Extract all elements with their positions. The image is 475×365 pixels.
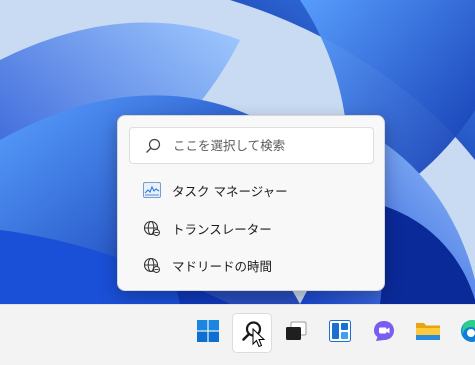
mouse-cursor-icon xyxy=(252,327,266,352)
edge-button[interactable] xyxy=(452,313,475,353)
start-button[interactable] xyxy=(188,313,228,353)
globe-icon xyxy=(143,219,161,237)
windows-logo-icon xyxy=(197,320,219,346)
task-view-icon xyxy=(284,320,308,346)
widgets-icon xyxy=(329,320,351,346)
file-explorer-button[interactable] xyxy=(408,313,448,353)
globe-icon xyxy=(143,256,161,274)
search-input[interactable] xyxy=(173,138,363,153)
menu-item-madrid-time[interactable]: マドリードの時間 xyxy=(129,249,374,281)
menu-item-task-manager[interactable]: タスク マネージャー xyxy=(129,174,374,206)
chat-button[interactable] xyxy=(364,313,404,353)
menu-item-label: マドリードの時間 xyxy=(172,258,273,274)
edge-icon xyxy=(460,319,475,347)
menu-item-label: トランスレーター xyxy=(172,221,272,237)
task-view-button[interactable] xyxy=(276,313,316,353)
task-manager-icon xyxy=(143,181,161,199)
folder-icon xyxy=(415,320,441,346)
taskbar xyxy=(0,304,475,365)
search-popup: タスク マネージャー トランスレーター マドリードの時間 xyxy=(117,115,385,291)
menu-item-label: タスク マネージャー xyxy=(172,183,288,199)
menu-item-translator[interactable]: トランスレーター xyxy=(129,212,374,244)
search-box[interactable] xyxy=(129,127,374,164)
teams-chat-icon xyxy=(372,319,396,347)
search-icon xyxy=(145,138,161,154)
widgets-button[interactable] xyxy=(320,313,360,353)
